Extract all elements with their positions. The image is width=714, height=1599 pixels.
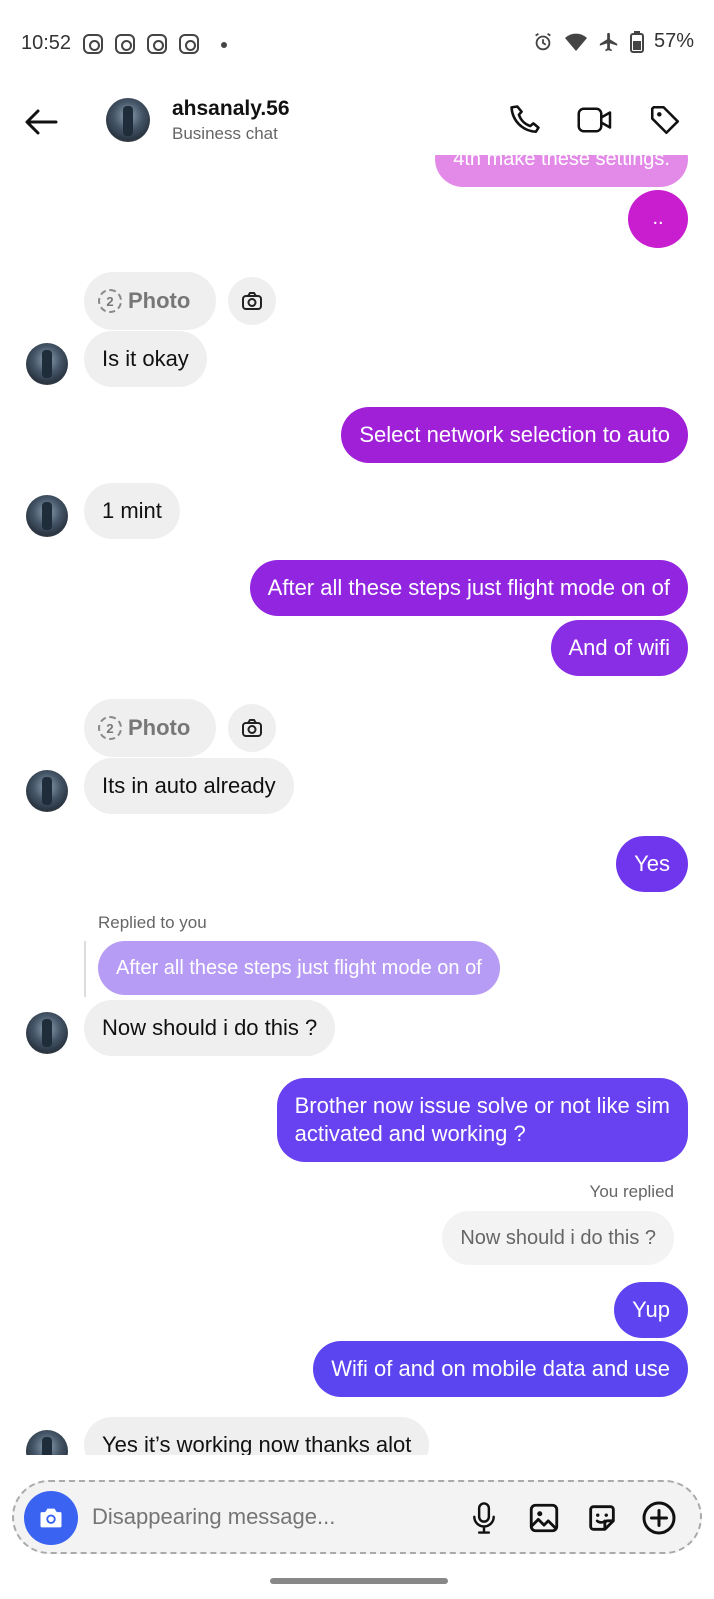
message-incoming[interactable]: Is it okay: [84, 331, 207, 387]
photo-attachment[interactable]: 2 Photo: [84, 272, 216, 330]
more-notifications-dot: [221, 42, 227, 48]
camera-icon[interactable]: [228, 704, 276, 752]
instagram-icon: [115, 34, 135, 54]
microphone-icon[interactable]: [464, 1498, 504, 1538]
reply-indicator: [84, 941, 86, 997]
message-line: activated and working ?: [294, 1121, 526, 1146]
battery-percent: 57%: [653, 30, 694, 52]
message-line: Brother now issue solve or not like sim: [294, 1093, 670, 1118]
message-incoming[interactable]: Its in auto already: [84, 758, 294, 814]
message-outgoing[interactable]: ..: [628, 190, 688, 248]
chat-header: ahsanaly.56 Business chat: [0, 90, 714, 155]
chat-subtitle: Business chat: [172, 124, 278, 143]
status-bar: 10:52 57%: [0, 0, 714, 90]
message-composer: [12, 1480, 702, 1554]
photo-label: Photo: [128, 288, 191, 313]
message-outgoing[interactable]: Select network selection to auto: [341, 407, 688, 463]
photo-count-icon: 2: [98, 289, 122, 313]
chat-username[interactable]: ahsanaly.56: [172, 97, 290, 121]
tag-icon[interactable]: [645, 100, 685, 140]
message-outgoing[interactable]: Yup: [614, 1282, 688, 1338]
avatar[interactable]: [26, 495, 68, 537]
camera-icon[interactable]: [228, 277, 276, 325]
avatar[interactable]: [106, 98, 150, 142]
message-outgoing[interactable]: Brother now issue solve or not like sim …: [276, 1078, 688, 1162]
message-list[interactable]: 4th make these settings. .. 2 Photo Is i…: [0, 155, 714, 1455]
photo-count-icon: 2: [98, 716, 122, 740]
status-time: 10:52: [21, 32, 72, 54]
avatar[interactable]: [26, 770, 68, 812]
sticker-icon[interactable]: [582, 1498, 622, 1538]
alarm-icon: [532, 31, 554, 53]
reply-label: You replied: [589, 1182, 674, 1201]
gallery-icon[interactable]: [524, 1498, 564, 1538]
wifi-icon: [564, 31, 588, 53]
airplane-icon: [598, 31, 620, 53]
message-incoming[interactable]: 1 mint: [84, 483, 180, 539]
message-outgoing[interactable]: Wifi of and on mobile data and use: [313, 1341, 688, 1397]
instagram-icon: [83, 34, 103, 54]
avatar[interactable]: [26, 1430, 68, 1455]
camera-button[interactable]: [24, 1491, 78, 1545]
back-arrow-icon[interactable]: [22, 102, 62, 142]
photo-attachment[interactable]: 2 Photo: [84, 699, 216, 757]
quoted-message[interactable]: After all these steps just flight mode o…: [98, 941, 500, 995]
message-incoming[interactable]: Now should i do this ?: [84, 1000, 336, 1056]
instagram-icon: [179, 34, 199, 54]
avatar[interactable]: [26, 343, 68, 385]
message-incoming[interactable]: Yes it’s working now thanks alot: [84, 1417, 430, 1455]
message-outgoing[interactable]: Yes: [616, 836, 688, 892]
message-outgoing[interactable]: After all these steps just flight mode o…: [249, 560, 688, 616]
video-icon[interactable]: [575, 100, 615, 140]
photo-label: Photo: [128, 715, 191, 740]
message-input[interactable]: [92, 1504, 432, 1530]
instagram-icon: [147, 34, 167, 54]
add-icon[interactable]: [639, 1498, 679, 1538]
call-icon[interactable]: [505, 100, 545, 140]
battery-icon: [629, 30, 644, 53]
home-indicator[interactable]: [270, 1578, 448, 1584]
message-outgoing[interactable]: 4th make these settings.: [435, 155, 688, 187]
reply-label: Replied to you: [98, 913, 207, 932]
quoted-message[interactable]: Now should i do this ?: [442, 1211, 674, 1265]
avatar[interactable]: [26, 1012, 68, 1054]
camera-icon: [40, 1508, 62, 1528]
message-outgoing[interactable]: And of wifi: [550, 620, 688, 676]
